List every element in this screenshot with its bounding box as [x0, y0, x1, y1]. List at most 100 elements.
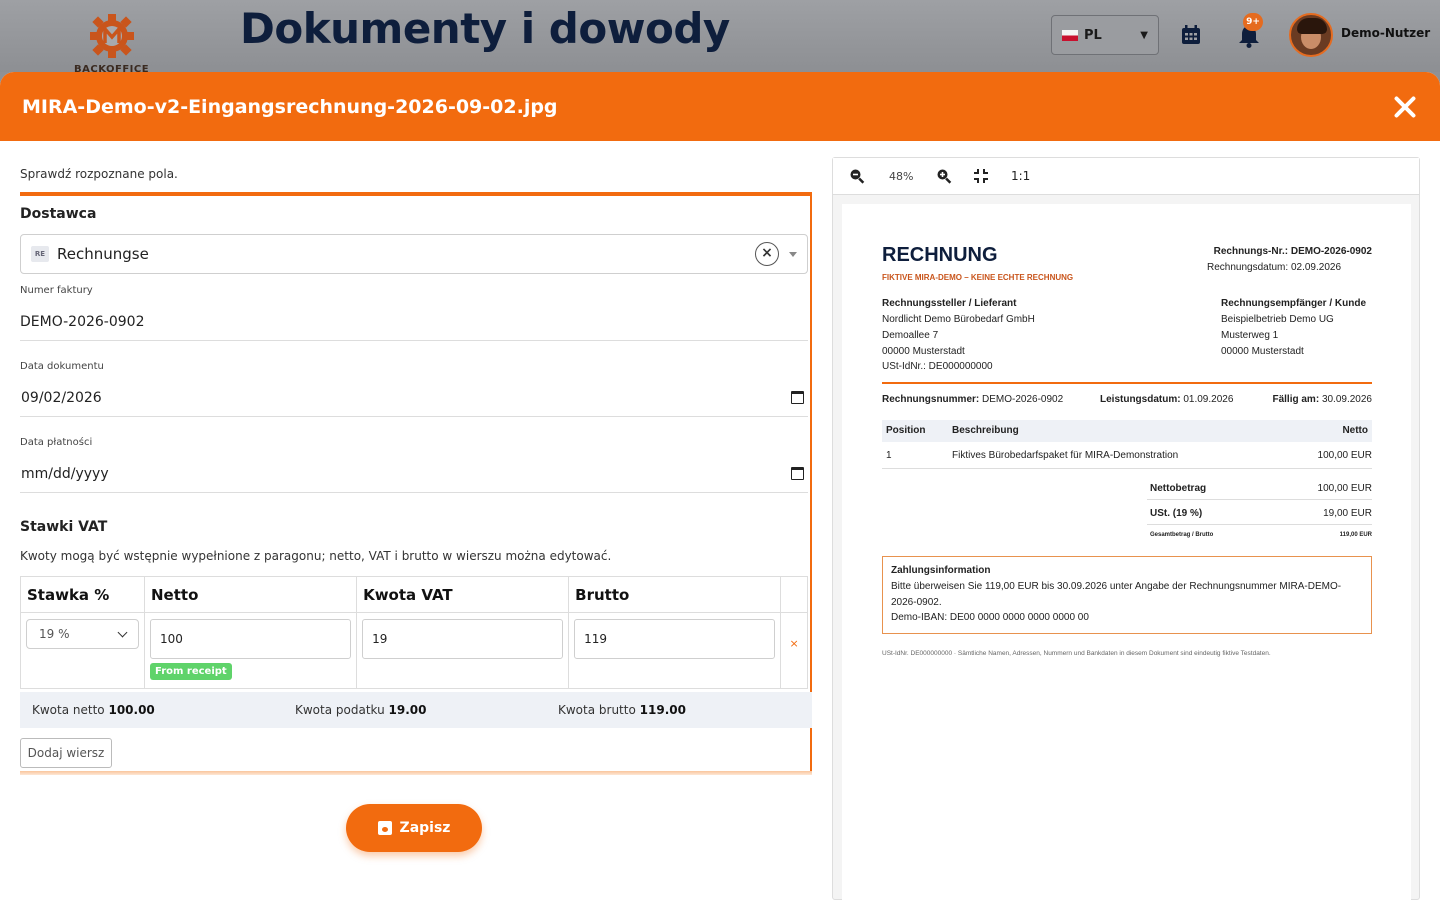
- doc-meta-service: Leistungsdatum: 01.09.2026: [1100, 394, 1233, 405]
- gross-input[interactable]: 119: [574, 619, 776, 659]
- delete-row-icon[interactable]: ×: [780, 612, 808, 689]
- payment-date-label: Data płatności: [20, 437, 93, 448]
- supplier-label: Dostawca: [20, 206, 97, 222]
- date-picker-icon[interactable]: [791, 391, 804, 404]
- total-net-value: 100.00: [108, 703, 155, 717]
- vat-cell: 19: [356, 612, 570, 689]
- vat-section-hint: Kwoty mogą być wstępnie wypełnione z par…: [20, 549, 612, 563]
- doc-meta-due: Fällig am: 30.09.2026: [1272, 394, 1372, 405]
- doc-row-position: 1: [886, 450, 892, 461]
- document-date-label: Data dokumentu: [20, 361, 104, 372]
- doc-seller-line: Nordlicht Demo Bürobedarf GmbH: [882, 314, 1035, 325]
- doc-payment-line: Bitte überweisen Sie 119,00 EUR bis 30.0…: [891, 581, 1342, 592]
- doc-buyer-heading: Rechnungsempfänger / Kunde: [1221, 298, 1367, 309]
- page-title: Dokumenty i dowody: [240, 4, 730, 53]
- total-tax-label: Kwota podatku: [295, 703, 385, 717]
- doc-meta-service-label: Leistungsdatum:: [1100, 394, 1181, 405]
- total-gross-label: Kwota brutto: [558, 703, 636, 717]
- chevron-down-icon: [117, 627, 128, 637]
- gear-logo-icon[interactable]: [88, 12, 136, 60]
- avatar[interactable]: [1289, 13, 1333, 57]
- doc-buyer-line: Beispielbetrieb Demo UG: [1221, 314, 1334, 325]
- vat-amount-input[interactable]: 19: [362, 619, 564, 659]
- doc-col-net: Netto: [1342, 425, 1368, 436]
- extraction-form: Dostawca RE Rechnungse × Numer faktury D…: [20, 192, 812, 775]
- doc-gross-label: Gesamtbetrag / Brutto: [1150, 532, 1214, 538]
- net-input[interactable]: 100: [150, 619, 352, 659]
- add-row-button[interactable]: Dodaj wiersz: [20, 738, 112, 768]
- total-gross: Kwota brutto 119.00: [558, 703, 686, 717]
- doc-row-divider: [882, 468, 1372, 469]
- clear-icon[interactable]: ×: [755, 242, 779, 266]
- invoice-number-value: DEMO-2026-0902: [20, 313, 145, 330]
- doc-sum-divider: [1147, 499, 1372, 500]
- doc-divider: [882, 382, 1372, 384]
- doc-invoice-date-label: Rechnungsdatum:: [1207, 262, 1289, 273]
- calendar-icon[interactable]: [1180, 24, 1202, 46]
- column-header: Netto: [143, 576, 358, 613]
- vat-amount-value: 19: [372, 632, 388, 646]
- viewer-toolbar: 48% 1:1: [833, 158, 1419, 195]
- totals-bar: Kwota netto 100.00 Kwota podatku 19.00 K…: [20, 692, 812, 728]
- zoom-level: 48%: [889, 170, 914, 183]
- language-select[interactable]: PL ▼: [1051, 15, 1159, 55]
- fit-screen-icon[interactable]: [973, 168, 989, 184]
- modal-header: MIRA-Demo-v2-Eingangsrechnung-2026-09-02…: [0, 72, 1440, 141]
- column-header: Stawka %: [20, 576, 145, 613]
- vat-table-header: Stawka % Netto Kwota VAT Brutto: [20, 576, 808, 613]
- chevron-down-icon: ▼: [1140, 29, 1148, 41]
- document-modal: MIRA-Demo-v2-Eingangsrechnung-2026-09-02…: [0, 72, 1440, 900]
- doc-meta-due-label: Fällig am:: [1272, 394, 1320, 405]
- doc-row-description: Fiktives Bürobedarfspaket für MIRA-Demon…: [952, 450, 1179, 461]
- vat-table: Stawka % Netto Kwota VAT Brutto 19 % 100…: [20, 576, 808, 689]
- payment-date-field[interactable]: mm/dd/yyyy: [20, 455, 808, 493]
- column-header-actions: [780, 576, 808, 613]
- zoom-out-icon[interactable]: [849, 168, 865, 184]
- doc-net-value: 100,00 EUR: [1317, 483, 1372, 494]
- doc-meta-number-value: DEMO-2026-0902: [982, 394, 1064, 405]
- vat-rate-value: 19 %: [39, 627, 70, 641]
- document-date-field[interactable]: 09/02/2026: [20, 379, 808, 417]
- supplier-select[interactable]: RE Rechnungse ×: [20, 234, 808, 274]
- supplier-value: Rechnungse: [57, 245, 149, 263]
- invoice-number-field[interactable]: DEMO-2026-0902: [20, 303, 808, 341]
- save-button[interactable]: Zapisz: [346, 804, 482, 852]
- doc-subtitle: FIKTIVE MIRA-DEMO – KEINE ECHTE RECHNUNG: [882, 273, 1074, 282]
- column-header: Kwota VAT: [356, 576, 570, 613]
- zoom-in-icon[interactable]: [936, 168, 952, 184]
- document-viewer: 48% 1:1 RECHNUNG FIKTIVE MIRA-DEMO – KEI…: [832, 157, 1420, 900]
- doc-invoice-date-value: 02.09.2026: [1290, 262, 1342, 273]
- supplier-tag: RE: [31, 246, 49, 262]
- net-input-value: 100: [160, 632, 183, 646]
- payment-date-value: mm/dd/yyyy: [21, 465, 109, 482]
- from-receipt-badge: From receipt: [150, 663, 232, 680]
- caret-down-icon[interactable]: [789, 251, 797, 257]
- actual-size-button[interactable]: 1:1: [1011, 169, 1030, 183]
- gross-input-value: 119: [584, 632, 608, 646]
- doc-vat-value: 19,00 EUR: [1323, 508, 1372, 519]
- date-picker-icon[interactable]: [791, 467, 804, 480]
- user-name[interactable]: Demo-Nutzer: [1341, 26, 1430, 40]
- doc-row-net: 100,00 EUR: [1317, 450, 1372, 461]
- notification-badge: 9+: [1243, 13, 1263, 31]
- doc-meta-number: Rechnungsnummer: DEMO-2026-0902: [882, 394, 1063, 405]
- doc-meta-number-label: Rechnungsnummer:: [882, 394, 980, 405]
- column-header: Brutto: [568, 576, 782, 613]
- net-cell: 100 From receipt: [143, 612, 358, 689]
- table-row: 19 % 100 From receipt 19 119 ×: [20, 612, 808, 689]
- close-icon[interactable]: [1392, 94, 1418, 120]
- doc-net-label: Nettobetrag: [1150, 483, 1207, 494]
- doc-seller-line: Demoallee 7: [882, 330, 939, 341]
- doc-invoice-no-label: Rechnungs-Nr.:: [1213, 246, 1289, 257]
- doc-seller-line: 00000 Musterstadt: [882, 346, 965, 357]
- doc-payment-heading: Zahlungsinformation: [891, 565, 991, 576]
- doc-col-position: Position: [886, 425, 926, 436]
- total-net-label: Kwota netto: [32, 703, 105, 717]
- vat-rate-select[interactable]: 19 %: [26, 619, 139, 649]
- doc-footer: USt-IdNr. DE000000000 · Sämtliche Namen,…: [882, 650, 1271, 657]
- doc-buyer-line: 00000 Musterstadt: [1221, 346, 1304, 357]
- language-value: PL: [1084, 27, 1102, 43]
- poland-flag-icon: [1062, 29, 1078, 41]
- doc-payment-line: Demo-IBAN: DE00 0000 0000 0000 0000 00: [891, 612, 1089, 623]
- doc-invoice-no: Rechnungs-Nr.: DEMO-2026-0902: [1214, 246, 1372, 257]
